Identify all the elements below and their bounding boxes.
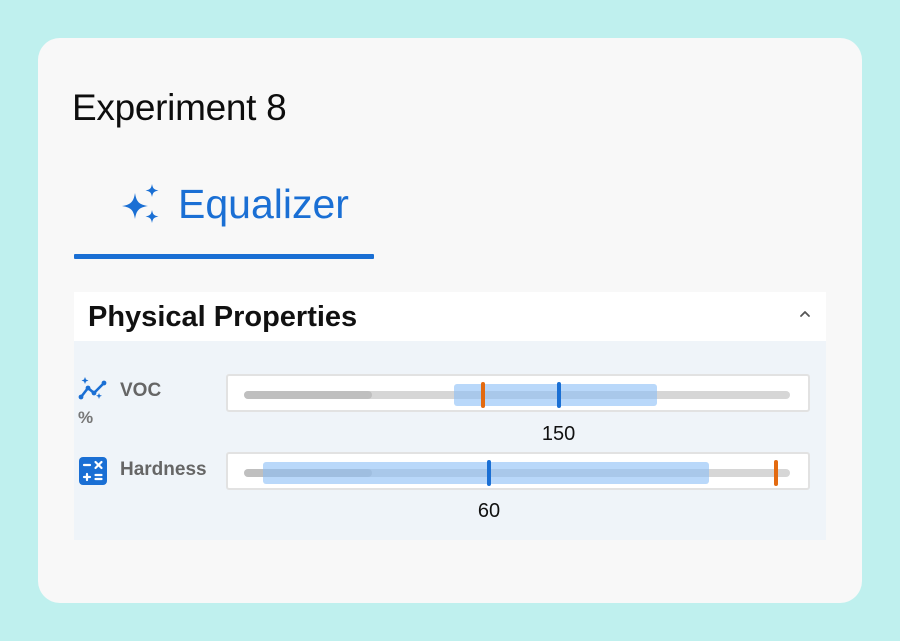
hardness-slider[interactable]	[226, 452, 810, 490]
section-header[interactable]: Physical Properties	[74, 292, 826, 341]
experiment-title: Experiment 8	[72, 87, 287, 128]
sparkles-icon	[122, 184, 159, 223]
section-body: VOC % 150 Hardness 60	[74, 341, 826, 540]
reference-marker	[481, 382, 486, 408]
calculator-icon	[79, 457, 107, 485]
property-name: Hardness	[120, 459, 207, 480]
physical-properties-section: Physical Properties VOC % 150 Hardness 6…	[74, 292, 826, 540]
slider-value-label: 150	[541, 423, 576, 445]
slider-fill	[244, 391, 372, 399]
property-unit: %	[78, 408, 94, 427]
voc-slider[interactable]	[226, 374, 810, 412]
reference-marker	[774, 460, 778, 486]
property-name: VOC	[120, 380, 162, 401]
tab-label: Equalizer	[178, 181, 349, 227]
slider-value-label: 60	[477, 500, 501, 522]
tab-active-indicator	[74, 254, 374, 259]
trend-line-icon	[78, 377, 107, 400]
experiment-card: Experiment 8 Equalizer Physical Properti…	[38, 38, 862, 603]
value-marker[interactable]	[556, 382, 561, 408]
chevron-up-icon[interactable]	[798, 309, 812, 319]
value-marker[interactable]	[487, 460, 491, 486]
tab-equalizer[interactable]: Equalizer	[74, 178, 374, 260]
section-title: Physical Properties	[88, 301, 358, 333]
